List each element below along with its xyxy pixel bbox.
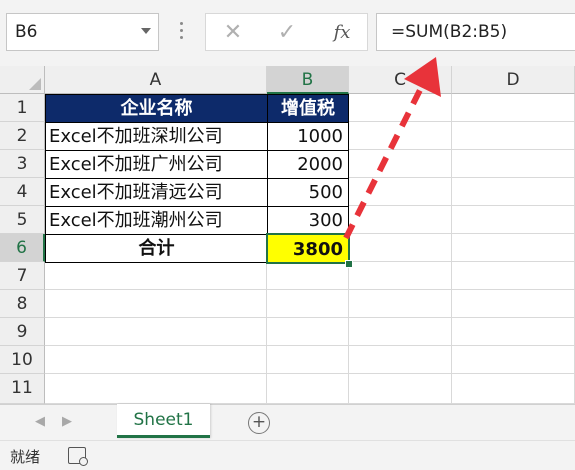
scroll-right-icon[interactable]: ▶ (62, 414, 72, 429)
add-sheet-button[interactable]: + (248, 412, 270, 434)
status-bar: 就绪 (0, 440, 575, 470)
annotation-arrow (343, 57, 441, 240)
arrow-shaft (343, 84, 425, 240)
sheet-tab-bar: ◀ ▶ Sheet1 + (0, 404, 575, 440)
status-label: 就绪 (10, 448, 41, 466)
sheet-tab-sheet1[interactable]: Sheet1 (117, 404, 210, 438)
arrow-head (404, 57, 441, 97)
scroll-left-icon[interactable]: ◀ (35, 414, 45, 429)
macro-recording-icon[interactable] (68, 447, 88, 466)
